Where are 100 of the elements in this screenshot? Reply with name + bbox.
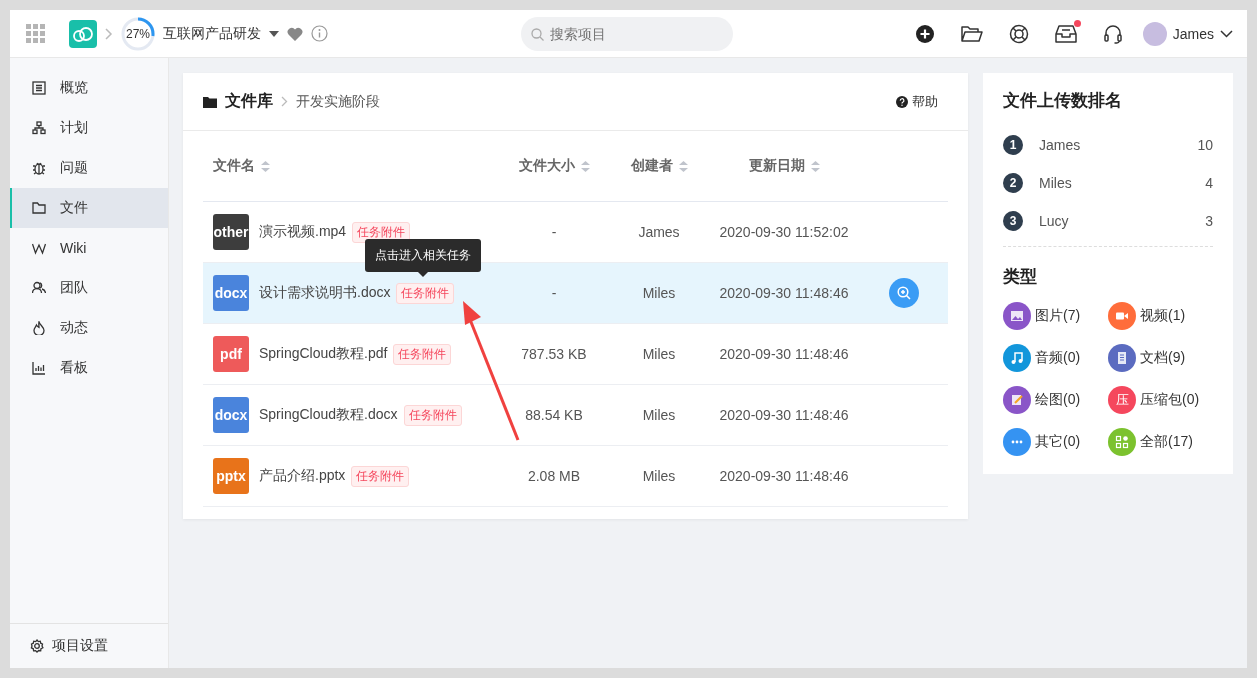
table-cell-text: Miles: [641, 468, 677, 484]
table-cell-text: -: [550, 224, 558, 240]
hierarchy-icon: [32, 121, 46, 135]
file-type-badge: docx: [213, 397, 249, 433]
type-filter[interactable]: 文档(9): [1108, 344, 1213, 372]
file-name[interactable]: 演示视频.mp4: [259, 223, 347, 241]
people-icon: [32, 281, 46, 295]
sidebar-item[interactable]: 计划: [10, 108, 168, 148]
file-name[interactable]: 设计需求说明书.docx: [259, 284, 391, 302]
type-filter[interactable]: 绘图(0): [1003, 386, 1108, 414]
table-row[interactable]: pptx 产品介绍.pptx 任务附件 2.08 MB Miles 2020-09-30 11:48:46: [203, 446, 948, 507]
add-icon[interactable]: [914, 23, 935, 44]
file-type-badge: pptx: [213, 458, 249, 494]
wiki-icon: [32, 241, 46, 255]
column-header[interactable]: 文件大小: [518, 157, 575, 175]
table-cell-text: 2020-09-30 11:48:46: [718, 285, 850, 301]
apps-grid-icon[interactable]: [26, 24, 45, 43]
file-name[interactable]: 产品介绍.pptx: [259, 467, 346, 485]
type-filter[interactable]: 视频(1): [1108, 302, 1213, 330]
table-cell-text: 2020-09-30 11:48:46: [718, 346, 850, 362]
column-header[interactable]: 创建者: [630, 157, 673, 175]
sidebar-item[interactable]: 概览: [10, 68, 168, 108]
folder-icon: [32, 201, 46, 215]
column-header[interactable]: 更新日期: [748, 157, 805, 175]
rank-number: 1: [1003, 135, 1023, 155]
sidebar-item[interactable]: 看板: [10, 348, 168, 388]
file-name[interactable]: SpringCloud教程.pdf: [259, 345, 388, 363]
type-icon: 压: [1108, 386, 1136, 414]
sort-icon[interactable]: [580, 160, 590, 172]
sidebar-item[interactable]: 文件: [10, 188, 168, 228]
rank-number: 2: [1003, 173, 1023, 193]
file-type-badge: docx: [213, 275, 249, 311]
bug-icon: [32, 161, 46, 175]
help-button[interactable]: 帮助: [886, 92, 948, 111]
table-row[interactable]: docx 设计需求说明书.docx 任务附件 - Miles 2020-09-30 11:48:46: [203, 263, 948, 324]
breadcrumb-current: 开发实施阶段: [296, 92, 380, 111]
upload-count: 3: [1205, 213, 1213, 229]
table-cell-text: Miles: [641, 407, 677, 423]
sidebar-item[interactable]: 问题: [10, 148, 168, 188]
search-field[interactable]: 搜索项目: [521, 16, 733, 51]
settings-label: 项目设置: [52, 637, 108, 655]
bar-chart-icon: [32, 361, 46, 375]
list-icon: [32, 81, 46, 95]
preview-button[interactable]: [888, 278, 919, 308]
heart-icon[interactable]: [287, 26, 303, 41]
sidebar-item[interactable]: 团队: [10, 268, 168, 308]
table-cell-text: 88.54 KB: [524, 407, 584, 423]
flame-icon: [32, 321, 46, 335]
table-cell-text: Miles: [641, 346, 677, 362]
avatar[interactable]: [1142, 21, 1167, 46]
zoom-in-icon: [896, 286, 911, 300]
folder-icon[interactable]: [960, 24, 983, 43]
table-cell-text: 787.53 KB: [520, 346, 588, 362]
table-cell-text: 2.08 MB: [526, 468, 582, 484]
file-name[interactable]: SpringCloud教程.docx: [259, 406, 398, 424]
lifebuoy-icon[interactable]: [1008, 23, 1029, 44]
user-name[interactable]: James: [1172, 25, 1214, 42]
headset-icon[interactable]: [1102, 23, 1123, 44]
settings-link[interactable]: 项目设置: [10, 623, 168, 668]
table-cell-text: -: [550, 285, 558, 301]
table-cell-text: 2020-09-30 11:52:02: [718, 224, 850, 240]
sidebar-item[interactable]: 动态: [10, 308, 168, 348]
caret-down-icon[interactable]: [269, 30, 279, 37]
chevron-right-icon: [105, 27, 113, 40]
user-name: Miles: [1039, 175, 1072, 191]
sort-icon[interactable]: [261, 160, 270, 172]
column-header[interactable]: 文件名: [213, 157, 255, 175]
table-cell-text: Miles: [641, 285, 677, 301]
inbox-icon[interactable]: [1054, 23, 1077, 44]
table-row[interactable]: pdf SpringCloud教程.pdf 任务附件 787.53 KB Miles 2020-09-30 11:48:46: [203, 324, 948, 385]
progress-percent: 27%: [126, 26, 150, 41]
rank-number: 3: [1003, 211, 1023, 231]
type-filter[interactable]: 图片(7): [1003, 302, 1108, 330]
tooltip-text: 点击进入相关任务: [375, 248, 471, 262]
card-title: 文件上传数排名: [1003, 90, 1123, 112]
cloud-logo-icon[interactable]: [69, 19, 97, 48]
breadcrumb-link[interactable]: 文件库: [225, 91, 273, 112]
type-filter[interactable]: 压 压缩包(0): [1108, 386, 1213, 414]
info-icon[interactable]: [311, 25, 328, 42]
sort-icon[interactable]: [678, 160, 688, 172]
search-icon: [531, 27, 544, 41]
section-title: 类型: [1003, 266, 1038, 288]
file-type-badge: pdf: [213, 336, 249, 372]
folder-icon: [203, 95, 217, 108]
table-row[interactable]: docx SpringCloud教程.docx 任务附件 88.54 KB Miles 2020-09-30 11:48:46: [203, 385, 948, 446]
type-filter[interactable]: 音频(0): [1003, 344, 1108, 372]
sort-icon[interactable]: [810, 160, 820, 172]
type-filter[interactable]: 其它(0): [1003, 428, 1108, 456]
upload-count: 10: [1197, 137, 1213, 153]
user-name: Lucy: [1039, 213, 1069, 229]
chevron-down-icon[interactable]: [1220, 29, 1233, 38]
table-cell-text: James: [637, 224, 681, 240]
table-cell-text: 2020-09-30 11:48:46: [718, 407, 850, 423]
sidebar-item[interactable]: Wiki: [10, 228, 168, 268]
project-name[interactable]: 互联网产品研发: [163, 24, 261, 43]
upload-count: 4: [1205, 175, 1213, 191]
settings-icon: [30, 639, 44, 653]
file-type-badge: other: [213, 214, 249, 250]
type-filter[interactable]: 全部(17): [1108, 428, 1213, 456]
table-cell-text: 2020-09-30 11:48:46: [718, 468, 850, 484]
